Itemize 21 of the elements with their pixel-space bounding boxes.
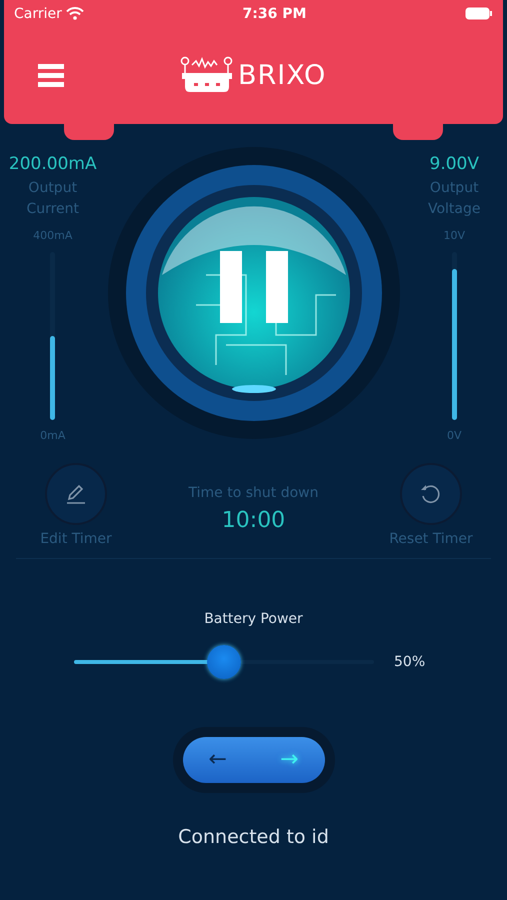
meter-value: 9.00V [430,153,479,176]
meter-label: Output Voltage [426,178,482,218]
slider-thumb[interactable] [207,645,241,679]
reset-timer-label: Reset Timer [389,530,473,548]
direction-toggle[interactable]: ← → [182,736,324,782]
timer-value: 10:00 [222,506,286,534]
status-time: 7:36 PM [242,4,306,24]
battery-label: Battery Power [204,610,303,628]
connection-status: Connected to id [178,824,329,850]
edit-timer-label: Edit Timer [40,530,112,548]
meter-min: 0V [446,428,462,444]
carrier-label: Carrier [14,4,62,24]
meter-max: 400mA [33,228,72,244]
timer-caption: Time to shut down [188,484,318,502]
meter-max: 10V [443,228,466,244]
menu-icon[interactable] [38,64,64,88]
meter-value: 200.00mA [8,153,97,176]
app-title: BRIXO [238,58,326,93]
meter-label: Output Current [25,178,80,218]
meter-min: 0mA [40,428,66,444]
battery-reading: 50% [394,652,426,672]
